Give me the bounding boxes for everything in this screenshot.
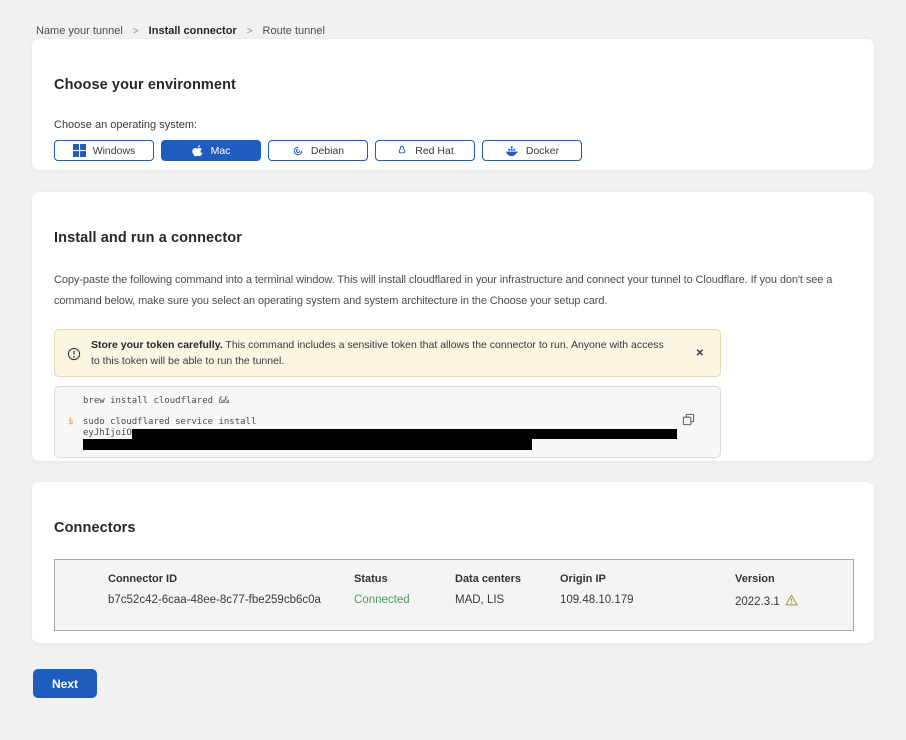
environment-card: Choose your environment Choose an operat… [31,38,875,171]
version-number: 2022.3.1 [735,596,780,608]
column-header-version: Version [735,573,853,585]
copy-command-button[interactable] [680,411,697,431]
os-button-mac[interactable]: Mac [161,140,261,161]
code-line-token: eyJhIjoiO [83,428,677,439]
shell-prompt: $ [68,417,74,450]
column-header-status: Status [354,573,455,585]
connector-status-value: Connected [354,594,455,609]
code-line-brew: brew install cloudflared && [83,396,706,407]
column-header-connector-id: Connector ID [108,573,354,585]
redacted-token-bar [132,429,677,439]
alert-close-button[interactable]: ✕ [690,348,710,359]
windows-icon [73,144,86,157]
apple-icon [192,144,204,157]
os-button-label: Docker [526,145,559,157]
install-command-code-block: brew install cloudflared && $ sudo cloud… [54,386,721,458]
debian-icon [292,145,304,157]
breadcrumb-route-tunnel[interactable]: Route tunnel [263,25,325,37]
install-connector-card: Install and run a connector Copy-paste t… [31,191,875,462]
connector-data-centers-value: MAD, LIS [455,594,560,609]
os-button-docker[interactable]: Docker [482,140,582,161]
redacted-token-bar [83,439,532,450]
breadcrumb: Name your tunnel > Install connector > R… [0,0,906,38]
redhat-tux-icon [396,144,408,157]
os-button-label: Windows [93,145,136,157]
info-circle-icon [67,347,81,361]
breadcrumb-install-connector[interactable]: Install connector [149,25,237,37]
column-header-origin-ip: Origin IP [560,573,735,585]
breadcrumb-separator: > [247,26,253,37]
os-select-label: Choose an operating system: [54,119,852,131]
token-prefix: eyJhIjoiO [83,428,132,439]
code-command-row: $ sudo cloudflared service install eyJhI… [68,417,706,450]
docker-whale-icon [505,145,519,157]
install-card-description: Copy-paste the following command into a … [54,270,855,312]
os-button-redhat[interactable]: Red Hat [375,140,475,161]
connectors-card: Connectors Connector ID Status Data cent… [31,481,875,644]
breadcrumb-separator: > [133,26,139,37]
copy-icon [682,414,695,429]
os-button-label: Red Hat [415,145,454,157]
connector-origin-ip-value: 109.48.10.179 [560,594,735,609]
os-button-debian[interactable]: Debian [268,140,368,161]
connector-version-value: 2022.3.1 [735,594,853,609]
next-button[interactable]: Next [33,669,97,698]
token-warning-text: Store your token carefully. This command… [91,337,680,369]
connectors-table: Connector ID Status Data centers Origin … [54,559,854,631]
connectors-card-title: Connectors [54,520,852,536]
os-button-label: Mac [211,145,231,157]
token-warning-title: Store your token carefully. [91,339,223,351]
breadcrumb-name-your-tunnel[interactable]: Name your tunnel [36,25,123,37]
environment-card-title: Choose your environment [54,77,852,93]
column-header-data-centers: Data centers [455,573,560,585]
code-line-sudo: sudo cloudflared service install [83,417,677,428]
os-button-group: Windows Mac Debian Red Hat Docker [54,140,852,161]
install-card-title: Install and run a connector [54,230,852,246]
connector-id-value: b7c52c42-6caa-48ee-8c77-fbe259cb6c0a [108,594,354,609]
token-warning-alert: Store your token carefully. This command… [54,329,721,377]
os-button-label: Debian [311,145,344,157]
warning-triangle-icon [785,594,798,609]
os-button-windows[interactable]: Windows [54,140,154,161]
